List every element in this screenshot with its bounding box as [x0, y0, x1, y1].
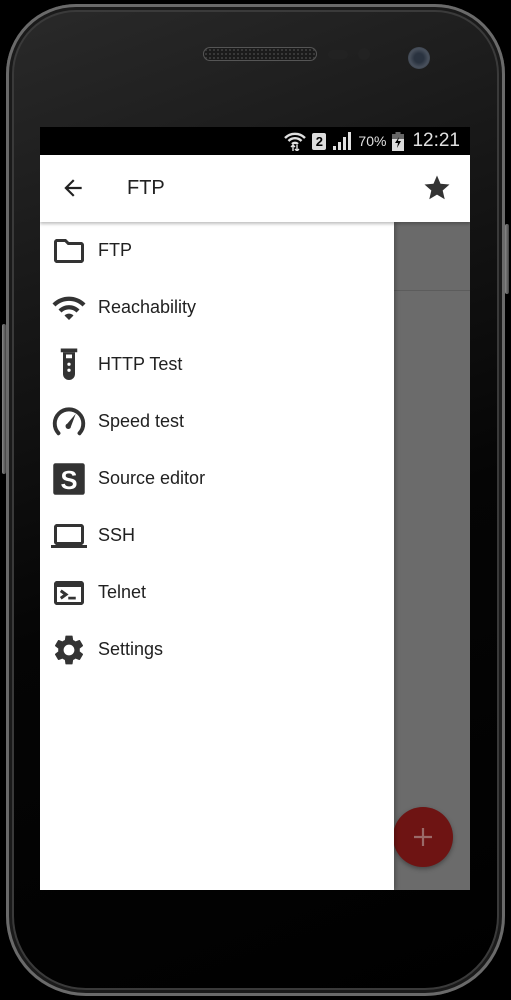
wifi-data-icon — [284, 131, 307, 151]
wifi-icon — [51, 290, 87, 326]
arrow-back-icon — [64, 179, 82, 197]
sim-slot-badge: 2 — [312, 132, 327, 150]
volume-button — [2, 324, 6, 474]
laptop-icon — [51, 518, 87, 554]
light-sensor — [358, 48, 370, 60]
battery-charging-icon — [392, 131, 405, 151]
favorite-button[interactable] — [422, 173, 452, 203]
drawer-item-reachability[interactable]: Reachability — [40, 279, 394, 336]
svg-text:S: S — [60, 466, 77, 494]
source-s-icon: S — [51, 461, 87, 497]
battery-percent: 70% — [358, 133, 387, 149]
front-camera — [408, 47, 430, 69]
screen: 2 70% 12:21 FTP FTP Reachability HTTP Te… — [40, 127, 470, 890]
status-clock: 12:21 — [412, 130, 460, 151]
star-icon — [424, 175, 450, 200]
plus-icon — [414, 828, 432, 846]
speedometer-icon — [51, 404, 87, 440]
drawer-item-label: Reachability — [98, 297, 197, 317]
status-bar: 2 70% 12:21 — [40, 127, 470, 155]
gear-icon — [51, 632, 87, 668]
drawer-item-http-test[interactable]: HTTP Test — [40, 336, 394, 393]
drawer-item-speed-test[interactable]: Speed test — [40, 393, 394, 450]
navigation-drawer: FTP Reachability HTTP Test Speed test S … — [40, 222, 394, 890]
drawer-item-ftp[interactable]: FTP — [40, 222, 394, 279]
page-title: FTP — [127, 177, 165, 199]
back-button[interactable] — [60, 175, 86, 201]
drawer-item-label: Telnet — [98, 582, 147, 602]
drawer-item-ssh[interactable]: SSH — [40, 507, 394, 564]
drawer-item-label: Settings — [98, 639, 164, 659]
signal-bars-icon — [332, 132, 352, 150]
drawer-item-source-editor[interactable]: S Source editor — [40, 450, 394, 507]
drawer-item-label: Speed test — [98, 411, 185, 431]
drawer-item-label: Source editor — [98, 468, 206, 488]
terminal-icon — [51, 575, 87, 611]
drawer-item-label: FTP — [98, 240, 132, 260]
folder-icon — [51, 233, 87, 269]
background-content-card — [394, 222, 470, 291]
earpiece-speaker — [204, 48, 316, 60]
drawer-item-settings[interactable]: Settings — [40, 621, 394, 678]
add-fab-button[interactable] — [393, 807, 453, 867]
app-bar: FTP — [40, 155, 470, 222]
power-button — [505, 224, 509, 294]
drawer-item-telnet[interactable]: Telnet — [40, 564, 394, 621]
drawer-item-label: SSH — [98, 525, 136, 545]
drawer-item-label: HTTP Test — [98, 354, 183, 374]
test-tube-icon — [51, 347, 87, 383]
proximity-sensor — [328, 50, 348, 59]
